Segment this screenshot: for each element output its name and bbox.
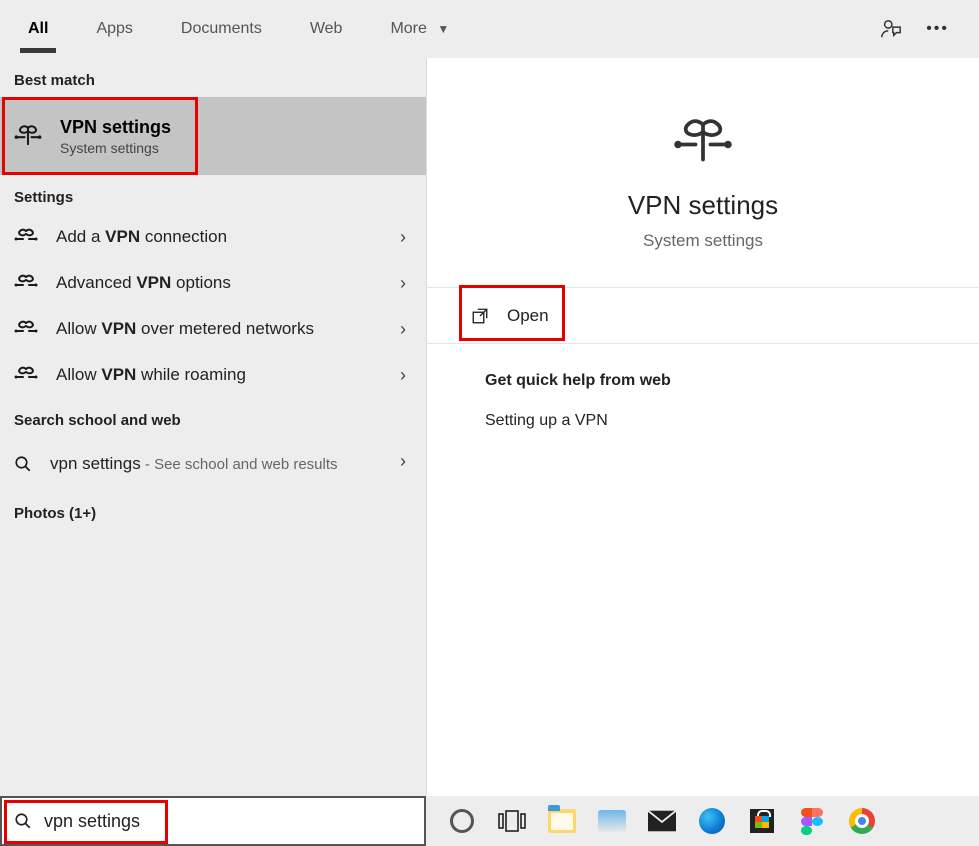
preview-title: VPN settings [457,190,949,221]
best-match-subtitle: System settings [60,140,171,156]
best-match-title: VPN settings [60,117,171,138]
open-button[interactable]: Open [427,288,979,344]
cortana-icon[interactable] [448,807,476,835]
chevron-down-icon: ▼ [437,22,449,36]
result-label: Advanced VPN options [56,273,231,293]
preview-subtitle: System settings [457,231,949,251]
microsoft-store-icon[interactable] [748,807,776,835]
taskbar [0,796,979,846]
section-best-match: Best match [0,58,426,97]
keyboard-app-icon[interactable] [598,807,626,835]
result-advanced-vpn-options[interactable]: Advanced VPN options › [0,260,426,306]
tab-more[interactable]: More ▼ [382,6,457,52]
result-best-match-vpn-settings[interactable]: VPN settings System settings [0,97,426,175]
chrome-icon[interactable] [848,807,876,835]
result-label: Allow VPN over metered networks [56,319,314,339]
result-allow-vpn-metered[interactable]: Allow VPN over metered networks › [0,306,426,352]
web-help-header: Get quick help from web [485,372,921,390]
result-label: Allow VPN while roaming [56,365,246,385]
task-view-icon[interactable] [498,807,526,835]
vpn-icon [673,118,733,166]
chevron-right-icon: › [400,319,406,340]
result-add-vpn-connection[interactable]: Add a VPN connection › [0,214,426,260]
figma-icon[interactable] [798,807,826,835]
feedback-icon[interactable] [880,18,902,40]
tab-documents[interactable]: Documents [173,6,270,52]
open-label: Open [507,306,549,326]
section-settings: Settings [0,175,426,214]
search-icon [14,812,32,830]
section-photos: Photos (1+) [0,491,426,530]
tab-more-label: More [390,20,426,37]
result-label: Add a VPN connection [56,227,227,247]
tab-apps[interactable]: Apps [88,6,140,52]
results-panel: Best match VPN settings System settings … [0,58,426,796]
edge-icon[interactable] [698,807,726,835]
search-tabs: All Apps Documents Web More ▼ ••• [0,0,979,58]
chevron-right-icon: › [400,451,406,472]
result-allow-vpn-roaming[interactable]: Allow VPN while roaming › [0,352,426,398]
vpn-icon [14,320,38,338]
search-icon [14,455,32,473]
chevron-right-icon: › [400,365,406,386]
tab-web[interactable]: Web [302,6,351,52]
chevron-right-icon: › [400,273,406,294]
section-search-school-web: Search school and web [0,398,426,437]
preview-panel: VPN settings System settings Open Get qu… [426,58,979,796]
web-help-link-setup-vpn[interactable]: Setting up a VPN [485,412,921,430]
vpn-icon [14,366,38,384]
vpn-icon [14,274,38,292]
vpn-icon [14,228,38,246]
search-input[interactable] [44,811,424,832]
more-options-icon[interactable]: ••• [926,20,949,38]
tab-all[interactable]: All [20,6,56,52]
open-icon [471,307,489,325]
mail-icon[interactable] [648,807,676,835]
file-explorer-icon[interactable] [548,807,576,835]
result-web-vpn-settings[interactable]: vpn settings - See school and web result… [0,437,426,491]
vpn-icon [14,124,42,148]
chevron-right-icon: › [400,227,406,248]
taskbar-search[interactable] [0,796,426,846]
result-label: vpn settings - See school and web result… [50,451,338,477]
